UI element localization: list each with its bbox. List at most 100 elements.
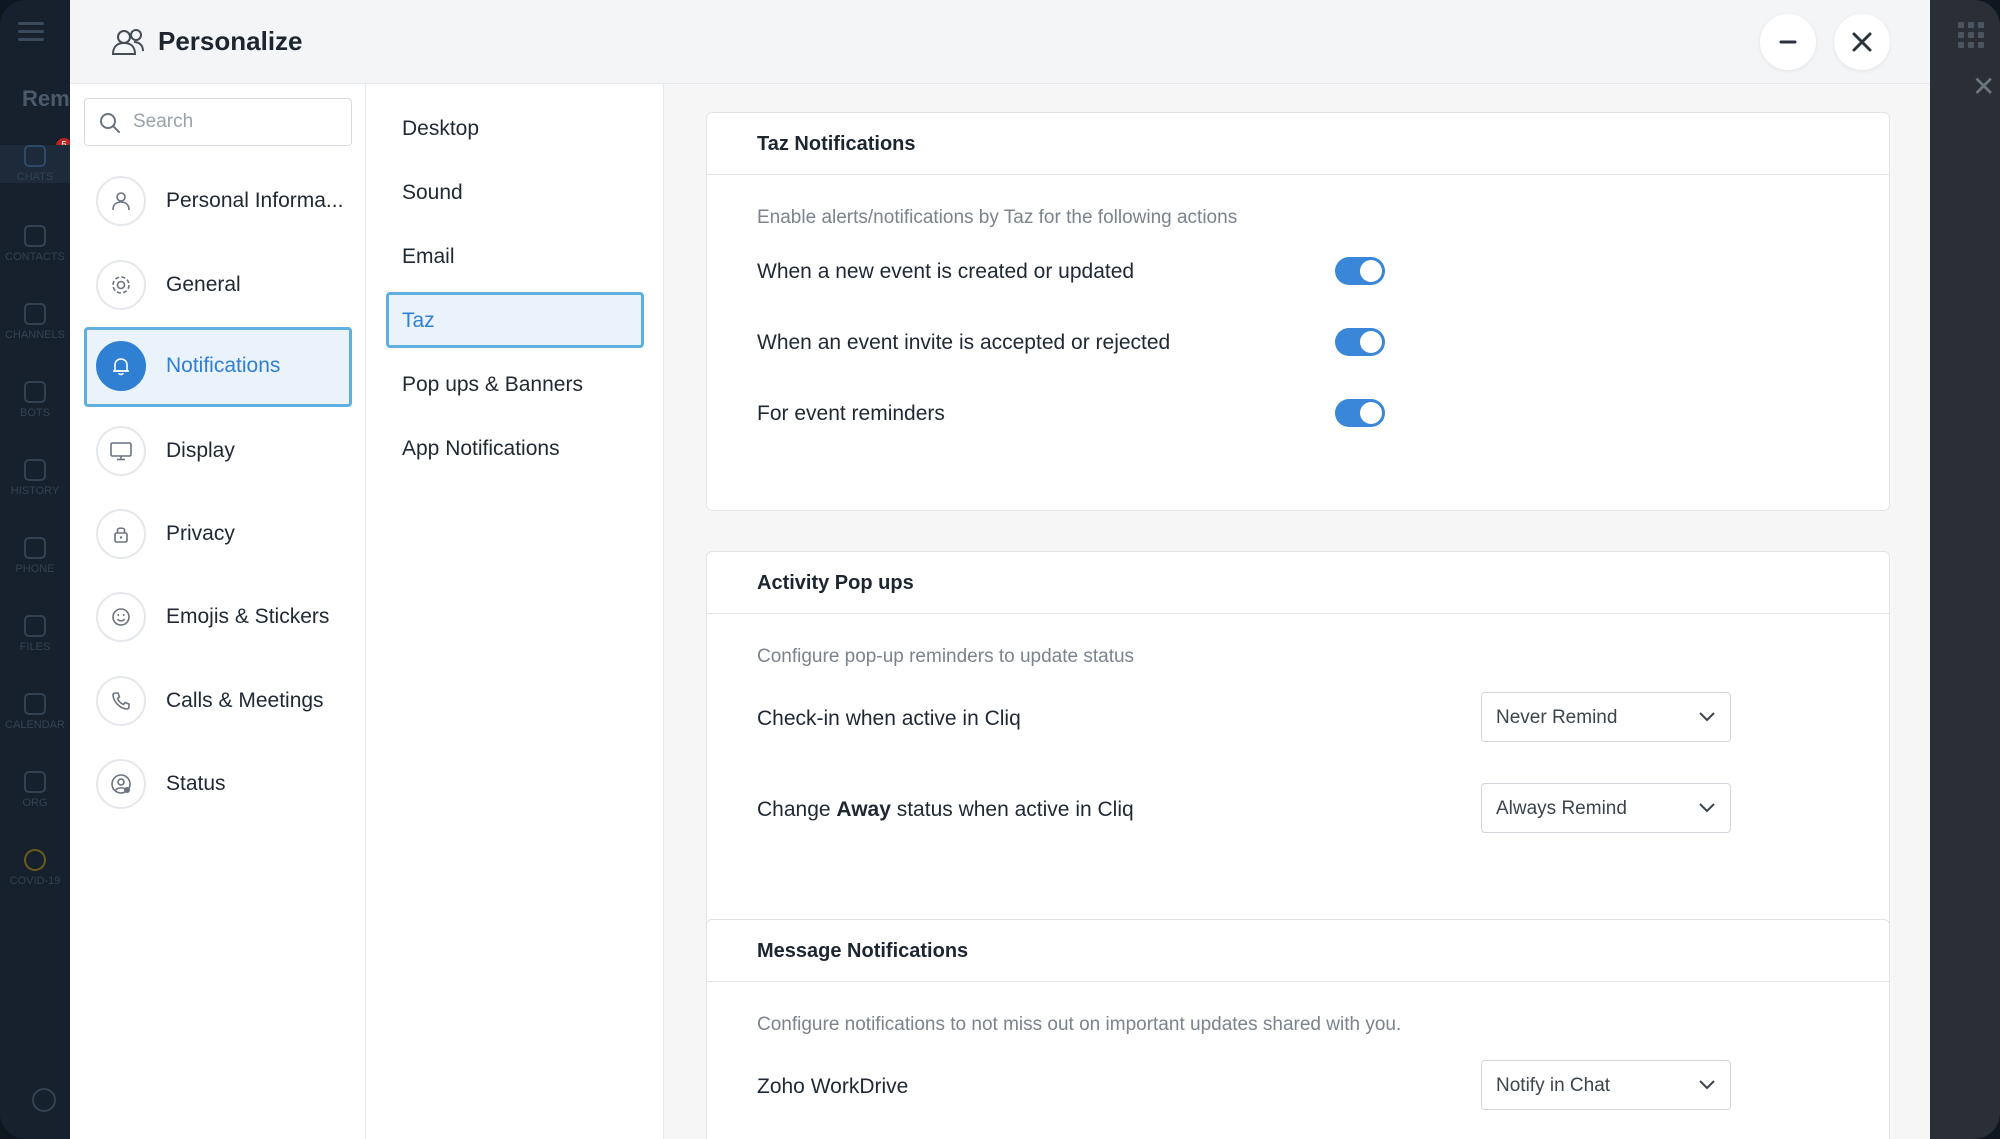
rail-label: BOTS xyxy=(20,407,50,419)
submenu-item-taz[interactable]: Taz xyxy=(386,292,644,348)
select-value: Notify in Chat xyxy=(1496,1075,1611,1096)
toggle-new-event[interactable] xyxy=(1335,257,1385,285)
sidebar-item-label: Display xyxy=(166,439,235,462)
sidebar-item-display[interactable]: Display xyxy=(84,412,352,492)
submenu-item-label: Email xyxy=(402,245,455,268)
chevron-down-icon xyxy=(1699,803,1715,813)
taz-notifications-card: Taz Notifications Enable alerts/notifica… xyxy=(706,112,1890,511)
submenu-item-email[interactable]: Email xyxy=(386,228,644,284)
card-header: Taz Notifications xyxy=(707,113,1889,175)
sidebar-item-emojis-stickers[interactable]: Emojis & Stickers xyxy=(84,578,352,658)
submenu-item-sound[interactable]: Sound xyxy=(386,164,644,220)
card-header: Message Notifications xyxy=(707,920,1889,982)
card-description: Configure notifications to not miss out … xyxy=(757,1014,1402,1035)
away-reminder-select[interactable]: Always Remind xyxy=(1481,783,1731,833)
close-icon xyxy=(1852,32,1872,52)
gear-icon xyxy=(112,276,130,294)
rail-item-contacts[interactable]: CONTACTS xyxy=(0,225,70,263)
close-button[interactable] xyxy=(1834,14,1890,70)
rail-label: CONTACTS xyxy=(5,251,65,263)
card-description: Configure pop-up reminders to update sta… xyxy=(757,646,1135,667)
sidebar-item-notifications[interactable]: Notifications xyxy=(84,327,352,407)
rail-item-channels[interactable]: CHANNELS xyxy=(0,303,70,341)
rail-label: PHONE xyxy=(15,563,55,575)
background-app-rail: Rem 5 CHATS CONTACTS CHANNELS BOTS HISTO… xyxy=(0,0,72,1139)
modal-title: Personalize xyxy=(158,26,303,56)
rail-item-phone[interactable]: PHONE xyxy=(0,537,70,575)
org-icon xyxy=(24,771,46,793)
rail-item-files[interactable]: FILES xyxy=(0,615,70,653)
select-value: Always Remind xyxy=(1496,798,1627,819)
card-title: Taz Notifications xyxy=(757,133,916,155)
rail-item-covid[interactable]: COVID-19 xyxy=(0,849,70,887)
card-title: Message Notifications xyxy=(757,940,969,962)
label-part: Change xyxy=(757,798,837,821)
apps-grid-icon[interactable] xyxy=(1958,22,1984,48)
smiley-icon xyxy=(112,608,130,626)
minimize-icon xyxy=(1779,40,1797,44)
toggle-invite-response[interactable] xyxy=(1335,328,1385,356)
calendar-icon xyxy=(24,693,46,715)
hamburger-menu-icon[interactable] xyxy=(18,22,44,42)
activity-popups-card: Activity Pop ups Configure pop-up remind… xyxy=(706,551,1890,963)
rail-label: FILES xyxy=(19,641,51,653)
sidebar-item-label: General xyxy=(166,273,241,296)
search-icon xyxy=(100,113,120,133)
modal-header: Personalize xyxy=(70,0,1930,84)
sidebar-item-privacy[interactable]: Privacy xyxy=(84,495,352,575)
rail-item-history[interactable]: HISTORY xyxy=(0,459,70,497)
rail-item-calendar[interactable]: CALENDAR xyxy=(0,693,70,731)
search-box[interactable] xyxy=(84,98,352,146)
contacts-icon xyxy=(24,225,46,247)
submenu-item-app-notifications[interactable]: App Notifications xyxy=(386,420,644,476)
rail-label: HISTORY xyxy=(10,485,60,497)
label-bold-part: Away xyxy=(836,798,891,821)
app-frame: Rem 5 CHATS CONTACTS CHANNELS BOTS HISTO… xyxy=(0,0,2000,1139)
sidebar-icon-wrap xyxy=(96,260,146,310)
submenu-item-label: Taz xyxy=(402,309,435,332)
rail-label: CALENDAR xyxy=(5,719,65,731)
background-right-area: ✕ xyxy=(1930,0,2000,1139)
submenu-item-desktop[interactable]: Desktop xyxy=(386,100,644,156)
toggle-event-reminders[interactable] xyxy=(1335,399,1385,427)
rail-item-org[interactable]: ORG xyxy=(0,771,70,809)
checkin-reminder-select[interactable]: Never Remind xyxy=(1481,692,1731,742)
rail-item-chats[interactable]: CHATS xyxy=(0,145,70,183)
sidebar-item-label: Status xyxy=(166,772,226,795)
background-close-icon[interactable]: ✕ xyxy=(1972,70,1995,103)
sidebar-item-status[interactable]: Status xyxy=(84,745,352,825)
settings-content: Taz Notifications Enable alerts/notifica… xyxy=(664,84,1930,1139)
submenu-item-label: Pop ups & Banners xyxy=(402,373,583,396)
workdrive-notify-select[interactable]: Notify in Chat xyxy=(1481,1060,1731,1110)
sidebar-icon-wrap xyxy=(96,759,146,809)
user-icon xyxy=(112,192,130,211)
sidebar-item-label: Notifications xyxy=(166,354,281,377)
chevron-down-icon xyxy=(1699,1080,1715,1090)
rail-label: ORG xyxy=(22,797,48,809)
sidebar-item-label: Privacy xyxy=(166,522,235,545)
bell-icon xyxy=(113,358,129,376)
label-part: status when active in Cliq xyxy=(890,798,1134,821)
setting-label: Check-in when active in Cliq xyxy=(757,707,1021,730)
phone-icon xyxy=(112,692,130,710)
virus-icon xyxy=(24,849,46,871)
minimize-button[interactable] xyxy=(1760,14,1816,70)
sidebar-icon-wrap xyxy=(96,176,146,226)
search-input[interactable] xyxy=(133,109,333,135)
rail-item-bots[interactable]: BOTS xyxy=(0,381,70,419)
settings-sidebar: Personal Informa... General Notification… xyxy=(70,84,366,1139)
monitor-icon xyxy=(110,442,132,461)
settings-gear-icon[interactable] xyxy=(32,1088,56,1112)
setting-label: For event reminders xyxy=(757,402,945,425)
card-description: Enable alerts/notifications by Taz for t… xyxy=(757,207,1238,228)
card-header: Activity Pop ups xyxy=(707,552,1889,614)
rail-label: CHANNELS xyxy=(5,329,65,341)
submenu-item-popups-banners[interactable]: Pop ups & Banners xyxy=(386,356,644,412)
sidebar-item-personal-information[interactable]: Personal Informa... xyxy=(84,162,352,242)
sidebar-item-calls-meetings[interactable]: Calls & Meetings xyxy=(84,662,352,742)
sidebar-item-label: Personal Informa... xyxy=(166,189,344,212)
sidebar-item-general[interactable]: General xyxy=(84,246,352,326)
background-brand: Rem xyxy=(22,86,70,111)
sidebar-icon-wrap xyxy=(96,509,146,559)
select-value: Never Remind xyxy=(1496,707,1618,728)
